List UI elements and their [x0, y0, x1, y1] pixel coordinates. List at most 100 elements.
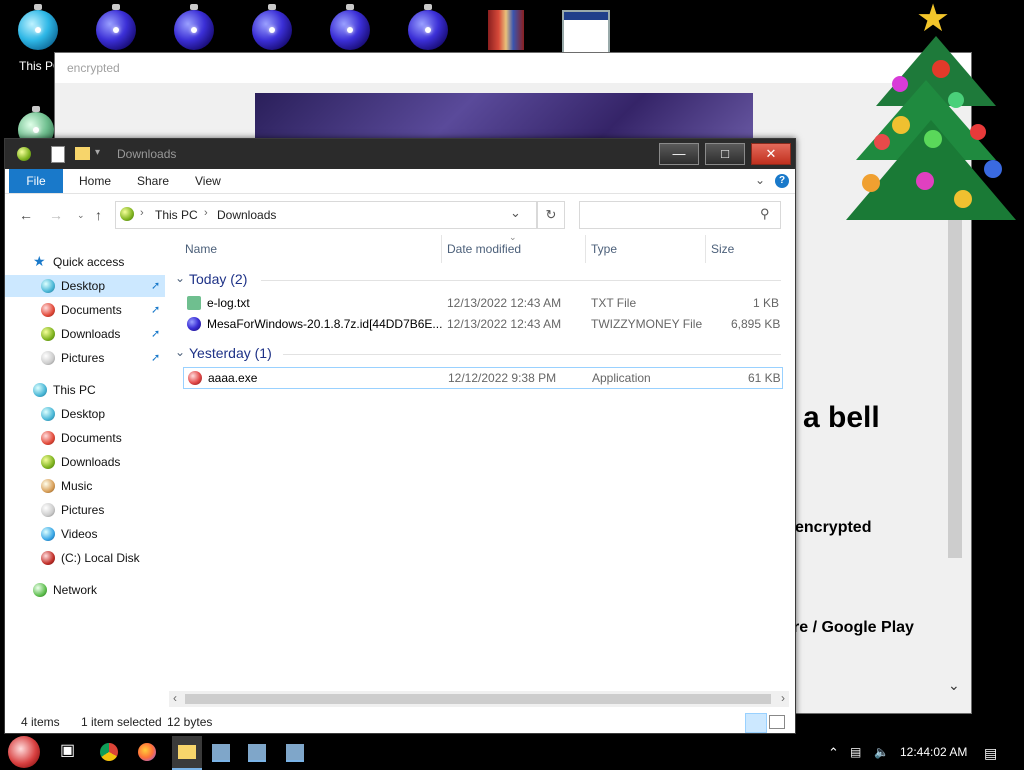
large-icons-view-button[interactable] — [769, 715, 785, 729]
pin-icon[interactable]: ➚ — [151, 279, 160, 292]
collapse-group-icon[interactable]: ⌄ — [175, 345, 185, 359]
nav-pc-music[interactable]: Music — [5, 475, 165, 497]
column-type[interactable]: Type — [591, 242, 617, 256]
nav-network[interactable]: Network — [5, 579, 165, 601]
nav-pc-local-disk[interactable]: (C:) Local Disk — [5, 547, 165, 569]
column-date-modified[interactable]: Date modified — [447, 242, 521, 256]
notification-icon[interactable]: ▤ — [984, 745, 997, 762]
firefox-icon[interactable] — [138, 743, 156, 761]
chevron-right-icon[interactable]: › — [140, 207, 144, 219]
computer-icon — [33, 383, 47, 397]
nav-qa-desktop[interactable]: Desktop ➚ — [5, 275, 165, 297]
recent-locations-icon[interactable]: ⌄ — [77, 210, 85, 221]
nav-this-pc[interactable]: This PC — [5, 379, 165, 401]
group-yesterday[interactable]: Yesterday (1) — [189, 345, 272, 361]
scroll-right-icon[interactable]: › — [781, 691, 785, 705]
horizontal-scrollbar[interactable]: ‹ › — [169, 691, 789, 707]
nav-pc-desktop[interactable]: Desktop — [5, 403, 165, 425]
file-row[interactable]: e-log.txt 12/13/2022 12:43 AM TXT File 1… — [183, 293, 781, 313]
nav-pc-downloads[interactable]: Downloads — [5, 451, 165, 473]
background-window-title: encrypted — [67, 61, 120, 75]
this-pc-address-icon — [120, 207, 134, 221]
up-button[interactable]: ↑ — [95, 207, 102, 223]
ribbon-tabs: File Home Share View ⌄ ? — [5, 169, 795, 194]
clock[interactable]: 12:44:02 AM — [900, 745, 967, 759]
music-icon — [41, 479, 55, 493]
app-window-icon[interactable] — [212, 744, 230, 762]
selection-count: 1 item selected — [81, 715, 162, 729]
start-button[interactable] — [8, 736, 40, 768]
nav-quick-access[interactable]: ★ Quick access — [5, 251, 165, 273]
pin-icon[interactable]: ➚ — [151, 351, 160, 364]
explorer-app-icon — [17, 147, 31, 161]
tab-file[interactable]: File — [9, 169, 63, 193]
nav-pc-documents[interactable]: Documents — [5, 427, 165, 449]
scroll-left-icon[interactable]: ‹ — [173, 691, 177, 705]
new-folder-quick-icon[interactable] — [75, 147, 90, 160]
archive-desktop-icon[interactable] — [488, 10, 524, 50]
task-view-icon[interactable]: ▣ — [60, 740, 86, 764]
file-explorer-taskbar-icon[interactable] — [172, 736, 202, 770]
column-name[interactable]: Name — [185, 242, 217, 256]
address-bar[interactable]: › This PC › Downloads ⌄ — [115, 201, 537, 229]
app-window-icon[interactable] — [248, 744, 266, 762]
taskbar: ▣ ⌃ ▤ 🔈 12:44:02 AM ▤ — [0, 736, 1024, 770]
details-view-button[interactable] — [745, 713, 767, 733]
maximize-button[interactable]: □ — [705, 143, 745, 165]
desktop-icon — [41, 407, 55, 421]
app-window-icon[interactable] — [286, 744, 304, 762]
tab-home[interactable]: Home — [79, 169, 111, 193]
help-icon[interactable]: ? — [775, 174, 789, 188]
network-tray-icon[interactable]: ▤ — [850, 745, 861, 759]
ornament-desktop-icon[interactable] — [96, 4, 136, 50]
tab-view[interactable]: View — [195, 169, 221, 193]
properties-quick-icon[interactable] — [51, 146, 65, 163]
this-pc-desktop-icon[interactable] — [16, 4, 60, 50]
address-row: ← → ⌄ ↑ › This PC › Downloads ⌄ ↻ ⚲ — [5, 194, 795, 234]
network-icon — [33, 583, 47, 597]
chevron-up-icon[interactable]: ⌃ — [828, 745, 839, 761]
ornament-desktop-icon[interactable] — [174, 4, 214, 50]
forward-button[interactable]: → — [49, 207, 63, 223]
tab-share[interactable]: Share — [137, 169, 169, 193]
window-desktop-icon[interactable] — [562, 10, 610, 54]
column-size[interactable]: Size — [711, 242, 734, 256]
address-dropdown-icon[interactable]: ⌄ — [510, 205, 521, 221]
breadcrumb-downloads[interactable]: Downloads — [217, 208, 276, 222]
nav-qa-downloads[interactable]: Downloads ➚ — [5, 323, 165, 345]
close-button[interactable]: ✕ — [751, 143, 791, 165]
file-row[interactable]: aaaa.exe 12/12/2022 9:38 PM Application … — [183, 367, 783, 389]
volume-icon[interactable]: 🔈 — [874, 745, 889, 759]
background-window-titlebar[interactable]: encrypted — [55, 53, 971, 83]
desktop-icon — [41, 279, 55, 293]
file-explorer-window[interactable]: ▾ Downloads — □ ✕ File Home Share View ⌄… — [4, 138, 796, 734]
pin-icon[interactable]: ➚ — [151, 327, 160, 340]
group-today[interactable]: Today (2) — [189, 271, 247, 287]
expand-ribbon-icon[interactable]: ⌄ — [755, 173, 765, 187]
refresh-button[interactable]: ↻ — [537, 201, 565, 229]
chevron-down-icon[interactable]: ⌄ — [948, 677, 960, 694]
nav-pc-pictures[interactable]: Pictures — [5, 499, 165, 521]
star-icon: ★ — [33, 253, 46, 269]
nav-qa-documents[interactable]: Documents ➚ — [5, 299, 165, 321]
pin-icon[interactable]: ➚ — [151, 303, 160, 316]
ornament-desktop-icon[interactable] — [252, 4, 292, 50]
documents-icon — [41, 431, 55, 445]
explorer-titlebar[interactable]: ▾ Downloads — □ ✕ — [5, 139, 795, 169]
scrollbar-thumb[interactable] — [185, 694, 771, 704]
back-button[interactable]: ← — [19, 207, 33, 223]
ornament-desktop-icon[interactable] — [408, 4, 448, 50]
nav-pc-videos[interactable]: Videos — [5, 523, 165, 545]
minimize-button[interactable]: — — [659, 143, 699, 165]
chrome-icon[interactable] — [100, 743, 118, 761]
customize-toolbar-icon[interactable]: ▾ — [95, 147, 100, 158]
collapse-group-icon[interactable]: ⌄ — [175, 271, 185, 285]
ornament-desktop-icon[interactable] — [330, 4, 370, 50]
disk-icon — [41, 551, 55, 565]
nav-qa-pictures[interactable]: Pictures ➚ — [5, 347, 165, 369]
breadcrumb-this-pc[interactable]: This PC — [155, 208, 198, 222]
file-row[interactable]: MesaForWindows-20.1.8.7z.id[44DD7B6E... … — [183, 314, 781, 334]
downloads-icon — [41, 327, 55, 341]
search-input[interactable]: ⚲ — [579, 201, 781, 229]
chevron-right-icon[interactable]: › — [204, 207, 208, 219]
